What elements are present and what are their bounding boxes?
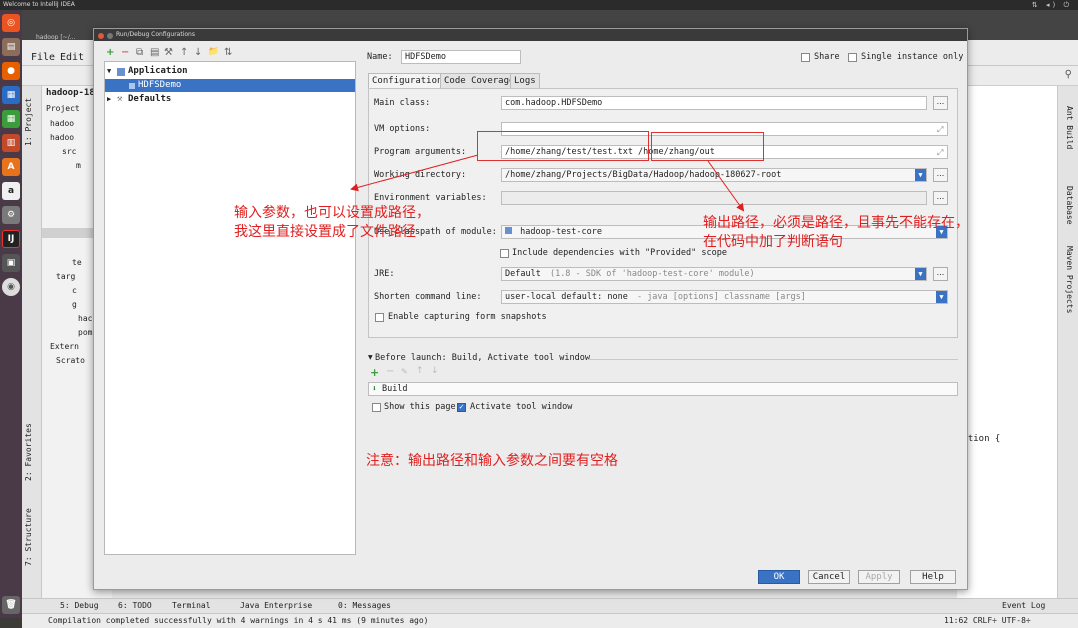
input-arrow [350, 154, 479, 192]
output-arrow [707, 160, 745, 212]
annotation-arrows [350, 154, 745, 212]
annotation-note: 注意：输出路径和输入参数之间要有空格 [366, 453, 618, 469]
annotation-output-line2: 在代码中加了判断语句 [703, 234, 843, 250]
annotation-output-line1: 输出路径，必须是路径，且事先不能存在， [703, 215, 969, 231]
annotation-input-line1: 输入参数，也可以设置成路径， [234, 205, 430, 221]
annotation-input-line2: 我这里直接设置成了文件路径 [234, 224, 416, 240]
